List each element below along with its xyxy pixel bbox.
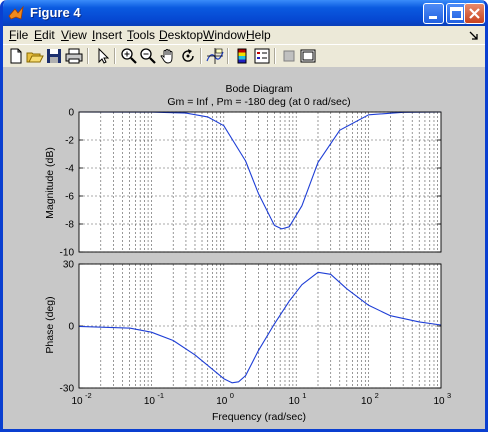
menu-bar: File Edit View Insert Tools Desktop Wind…: [3, 26, 485, 44]
chart-title: Bode Diagram: [225, 83, 292, 95]
x-tick-label: 10: [361, 396, 373, 407]
hide-plot-tools-icon[interactable]: [280, 47, 298, 65]
open-file-icon[interactable]: [26, 47, 44, 65]
phase-y-tick-label: -30: [60, 384, 75, 395]
magnitude-ylabel: Magnitude (dB): [44, 147, 56, 219]
phase-y-tick-label: 30: [63, 260, 75, 271]
data-cursor-icon[interactable]: [206, 47, 224, 65]
new-figure-icon[interactable]: [7, 47, 25, 65]
menu-insert[interactable]: Insert: [92, 28, 122, 42]
magnitude-y-tick-label: -4: [65, 164, 74, 175]
insert-legend-icon[interactable]: [253, 47, 271, 65]
menu-tools[interactable]: Tools: [127, 28, 155, 42]
phase-axes: 300-3010-210-1100101102103: [60, 260, 452, 408]
title-bar[interactable]: Figure 4: [3, 0, 485, 26]
phase-ylabel: Phase (deg): [44, 296, 56, 353]
rotate-3d-icon[interactable]: [179, 47, 197, 65]
figure-window: Figure 4 File Edit View Insert Tools Des…: [0, 0, 488, 432]
menu-desktop[interactable]: Desktop: [159, 28, 203, 42]
magnitude-y-tick-label: -6: [65, 192, 74, 203]
menu-file[interactable]: File: [9, 28, 28, 42]
close-button[interactable]: [464, 3, 485, 24]
toolbar-separator: [114, 48, 116, 64]
show-plot-tools-icon[interactable]: [299, 47, 317, 65]
menu-window[interactable]: Window: [203, 28, 246, 42]
figure-canvas: 0 -2 -4 -6 -8 -10 30 0 -30 10 -2 10 -1 10 0 10 1 10 2 10 3 …: [3, 67, 485, 429]
save-icon[interactable]: [45, 47, 63, 65]
menu-view[interactable]: View: [61, 28, 87, 42]
magnitude-y-tick-label: -2: [65, 136, 74, 147]
x-tick-label: 10: [71, 396, 83, 407]
x-tick-exponent: -1: [157, 391, 164, 400]
chart-subtitle: Gm = Inf , Pm = -180 deg (at 0 rad/sec): [167, 96, 350, 108]
x-tick-exponent: 1: [302, 391, 306, 400]
dock-arrow-icon[interactable]: [468, 29, 480, 41]
x-tick-exponent: -2: [85, 391, 92, 400]
matlab-logo-icon: [8, 5, 24, 21]
window-title: Figure 4: [30, 5, 81, 20]
print-icon[interactable]: [65, 47, 83, 65]
x-tick-label: 10: [433, 396, 445, 407]
toolbar-separator: [87, 48, 89, 64]
menu-help[interactable]: Help: [246, 28, 271, 42]
toolbar-separator: [200, 48, 202, 64]
magnitude-axes: 0 -2 -4 -6 -8 -10: [60, 108, 442, 259]
x-tick-exponent: 0: [230, 391, 234, 400]
x-tick-label: 10: [289, 396, 301, 407]
toolbar-separator: [227, 48, 229, 64]
menu-edit[interactable]: Edit: [34, 28, 55, 42]
x-tick-label: 10: [144, 396, 156, 407]
pan-hand-icon[interactable]: [159, 47, 177, 65]
magnitude-plot-area: [79, 112, 441, 252]
x-tick-label: 10: [216, 396, 228, 407]
figure-toolbar: [3, 44, 485, 68]
bode-plot: 0-2-4-6-8-10 300-3010-210-1100101102103 …: [44, 83, 452, 423]
magnitude-y-tick-label: -8: [65, 220, 74, 231]
zoom-in-icon[interactable]: [120, 47, 138, 65]
phase-y-tick-label: 0: [68, 322, 74, 333]
x-tick-exponent: 3: [447, 391, 451, 400]
x-tick-exponent: 2: [375, 391, 379, 400]
x-axis-label: Frequency (rad/sec): [212, 411, 306, 423]
zoom-out-icon[interactable]: [139, 47, 157, 65]
magnitude-y-tick-label: -10: [60, 248, 75, 259]
insert-colorbar-icon[interactable]: [233, 47, 251, 65]
magnitude-y-tick-label: 0: [68, 108, 74, 119]
toolbar-separator: [274, 48, 276, 64]
edit-plot-arrow-icon[interactable]: [94, 47, 112, 65]
minimize-button[interactable]: [423, 3, 444, 24]
